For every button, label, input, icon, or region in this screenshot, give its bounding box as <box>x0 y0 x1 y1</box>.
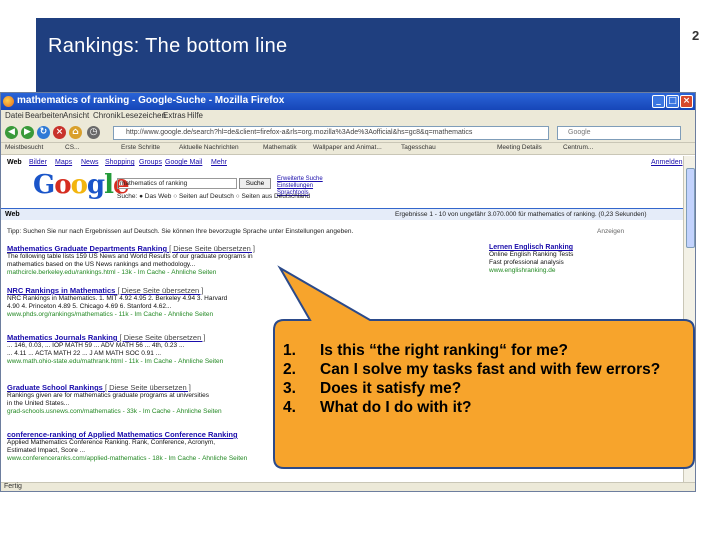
status-text: Fertig <box>4 483 22 490</box>
history-icon[interactable]: ◷ <box>87 126 100 139</box>
result-url[interactable]: mathcircle.berkeley.edu/rankings.html - … <box>7 269 287 277</box>
firefox-icon <box>3 96 14 107</box>
callout-questions: 1. Is this “the right ranking“ for me? 2.… <box>283 341 693 417</box>
tip-line: Tipp: Suchen Sie nur nach Ergebnissen au… <box>7 228 354 235</box>
navigation-toolbar: ◀ ▶ ↻ × ⌂ ◷ http://www.google.de/search?… <box>1 123 695 143</box>
bookmark-item[interactable]: Meistbesucht <box>5 144 43 151</box>
home-icon[interactable]: ⌂ <box>69 126 82 139</box>
question-item: 3. Does it satisfy me? <box>283 380 462 397</box>
reload-icon[interactable]: ↻ <box>37 126 50 139</box>
search-result: conference-ranking of Applied Mathematic… <box>7 430 287 463</box>
search-result: Graduate School Rankings [ Diese Seite ü… <box>7 383 287 416</box>
status-bar: Fertig <box>1 482 695 491</box>
question-item: 4. What do I do with it? <box>283 399 472 416</box>
menu-item-lesezeichen[interactable]: Lesezeichen <box>121 111 166 120</box>
anmelden-link[interactable]: Anmelden <box>651 159 683 166</box>
menu-item-datei[interactable]: Datei <box>5 111 24 120</box>
ad-title-link[interactable]: Lernen Englisch Ranking <box>489 244 669 251</box>
page-content: Web Bilder Maps News Shopping Groups Goo… <box>1 156 683 483</box>
bookmark-item[interactable]: Mathematik <box>263 144 297 151</box>
ad-url[interactable]: www.englishranking.de <box>489 267 669 275</box>
advanced-search-link[interactable]: Erweiterte Suche <box>277 176 323 182</box>
tab-news[interactable]: News <box>81 159 99 166</box>
result-url[interactable]: www.conferenceranks.com/applied-mathemat… <box>7 455 287 463</box>
search-result: Mathematics Journals Ranking [ Diese Sei… <box>7 333 287 366</box>
search-bar[interactable]: Google <box>557 126 681 140</box>
window-title: mathematics of ranking - Google-Suche - … <box>17 95 285 106</box>
forward-icon[interactable]: ▶ <box>21 126 34 139</box>
tab-shopping[interactable]: Shopping <box>105 159 135 166</box>
result-url[interactable]: www.phds.org/rankings/mathematics - 11k … <box>7 311 287 319</box>
close-button[interactable]: × <box>680 95 693 108</box>
preferences-link[interactable]: Einstellungen <box>277 183 313 189</box>
result-title-link[interactable]: Mathematics Journals Ranking [ Diese Sei… <box>7 333 287 342</box>
menu-bar: Datei Bearbeiten Ansicht Chronik Lesezei… <box>1 110 695 123</box>
google-query-input[interactable]: mathematics of ranking <box>117 178 237 189</box>
bookmark-item[interactable]: Centrum... <box>563 144 593 151</box>
slide-number: 2 <box>692 28 700 43</box>
tab-maps[interactable]: Maps <box>55 159 72 166</box>
menu-item-hilfe[interactable]: Hilfe <box>187 111 203 120</box>
search-result: NRC Rankings in Mathematics [ Diese Seit… <box>7 286 287 319</box>
results-stats: Ergebnisse 1 - 10 von ungefähr 3.070.000… <box>395 211 647 218</box>
url-bar[interactable]: http://www.google.de/search?hl=de&client… <box>113 126 549 140</box>
google-logo[interactable]: Google <box>33 170 130 200</box>
bookmark-item[interactable]: Tagesschau <box>401 144 436 151</box>
web-label: Web <box>5 211 20 218</box>
ads-label: Anzeigen <box>597 228 625 235</box>
result-url[interactable]: grad-schools.usnews.com/mathematics - 33… <box>7 408 287 416</box>
sponsored-ad: Lernen Englisch Ranking Online English R… <box>489 244 669 275</box>
bookmarks-toolbar: Meistbesucht CS... Erste Schritte Aktuel… <box>1 143 695 155</box>
tab-groups[interactable]: Groups <box>139 159 162 166</box>
result-url[interactable]: www.math.ohio-state.edu/mathrank.html - … <box>7 358 287 366</box>
maximize-button[interactable]: □ <box>666 95 679 108</box>
tab-web[interactable]: Web <box>7 159 22 166</box>
bookmark-item[interactable]: Erste Schritte <box>121 144 160 151</box>
menu-item-ansicht[interactable]: Ansicht <box>63 111 89 120</box>
result-title-link[interactable]: conference-ranking of Applied Mathematic… <box>7 430 287 439</box>
menu-item-chronik[interactable]: Chronik <box>93 111 121 120</box>
scrollbar-thumb[interactable] <box>686 168 695 248</box>
question-item: 1. Is this “the right ranking“ for me? <box>283 342 569 359</box>
search-scope-radios: Suche: ● Das Web ○ Seiten auf Deutsch ○ … <box>117 193 311 200</box>
minimize-button[interactable]: _ <box>652 95 665 108</box>
bookmark-item[interactable]: Wallpaper and Animat... <box>313 144 382 151</box>
result-title-link[interactable]: Mathematics Graduate Departments Ranking… <box>7 244 287 253</box>
bookmark-item[interactable]: CS... <box>65 144 79 151</box>
search-result: Mathematics Graduate Departments Ranking… <box>7 244 287 277</box>
slide: 2 Rankings: The bottom line mathematics … <box>0 0 720 540</box>
title-band: Rankings: The bottom line <box>36 18 680 94</box>
bookmark-item[interactable]: Aktuelle Nachrichten <box>179 144 239 151</box>
browser-window: mathematics of ranking - Google-Suche - … <box>0 92 696 492</box>
stop-icon[interactable]: × <box>53 126 66 139</box>
tab-bilder[interactable]: Bilder <box>29 159 47 166</box>
slide-title: Rankings: The bottom line <box>48 35 288 57</box>
back-icon[interactable]: ◀ <box>5 126 18 139</box>
menu-item-bearbeiten[interactable]: Bearbeiten <box>25 111 64 120</box>
menu-item-extras[interactable]: Extras <box>163 111 186 120</box>
browser-titlebar: mathematics of ranking - Google-Suche - … <box>1 93 695 110</box>
question-item: 2. Can I solve my tasks fast and with few… <box>283 361 661 378</box>
tab-google-mail[interactable]: Google Mail <box>165 159 202 166</box>
vertical-scrollbar[interactable] <box>683 156 695 483</box>
result-title-link[interactable]: Graduate School Rankings [ Diese Seite ü… <box>7 383 287 392</box>
tab-mehr[interactable]: Mehr <box>211 159 227 166</box>
results-header-bar: Web Ergebnisse 1 - 10 von ungefähr 3.070… <box>1 208 683 220</box>
search-button[interactable]: Suche <box>239 178 271 189</box>
result-title-link[interactable]: NRC Rankings in Mathematics [ Diese Seit… <box>7 286 287 295</box>
bookmark-item[interactable]: Meeting Details <box>497 144 542 151</box>
